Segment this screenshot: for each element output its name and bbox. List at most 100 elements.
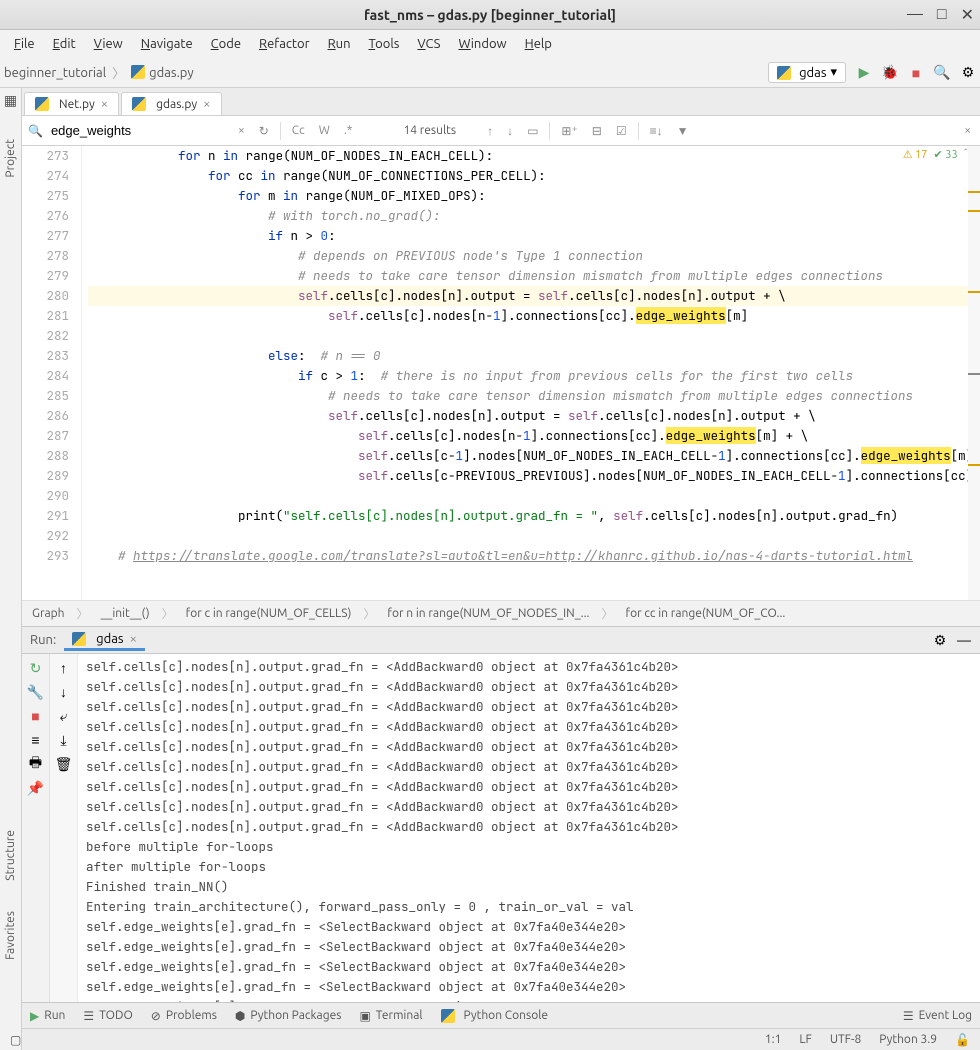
encoding[interactable]: UTF-8 (830, 1033, 861, 1046)
run-button[interactable]: ▶ (856, 65, 872, 81)
filter-options-icon[interactable]: ≡↓ (647, 124, 666, 138)
code-line[interactable]: self.cells[c-PREVIOUS_PREVIOUS].nodes[NU… (88, 466, 980, 486)
select-all-button[interactable]: ▭ (524, 124, 541, 138)
code-line[interactable]: # depends on PREVIOUS node's Type 1 conn… (88, 246, 980, 266)
left-tool-favorites[interactable]: Favorites (4, 911, 17, 960)
match-case-button[interactable]: Cc (289, 124, 308, 137)
minimize-button[interactable]: — (907, 5, 923, 24)
code-line[interactable] (88, 486, 980, 506)
line-ending[interactable]: LF (799, 1033, 811, 1046)
menu-vcs[interactable]: VCS (409, 34, 448, 54)
structure-breadcrumb[interactable]: Graph〉__init__()〉for c in range(NUM_OF_C… (22, 600, 980, 626)
down-icon[interactable]: ↓ (56, 684, 72, 700)
close-tab-icon[interactable]: × (101, 97, 108, 111)
run-tab[interactable]: gdas × (64, 630, 145, 651)
tab-gdaspy[interactable]: gdas.py × (121, 92, 221, 115)
debug-button[interactable]: 🐞 (882, 65, 898, 81)
settings-icon[interactable]: ⚙ (932, 632, 948, 648)
structure-crumb[interactable]: for cc in range(NUM_OF_CO... (626, 607, 786, 620)
breadcrumb-file[interactable]: gdas.py (131, 65, 193, 80)
code-line[interactable]: # https://translate.google.com/translate… (88, 546, 980, 566)
remove-selection-button[interactable]: ⊟ (589, 124, 605, 138)
prev-match-button[interactable]: ↑ (484, 124, 496, 138)
structure-crumb[interactable]: __init__() (101, 607, 150, 620)
project-files-icon[interactable]: ▦ (4, 92, 17, 109)
left-tool-project[interactable]: Project (4, 139, 17, 178)
structure-crumb[interactable]: for n in range(NUM_OF_NODES_IN_... (387, 607, 589, 620)
code-line[interactable]: self.cells[c].nodes[n-1].connections[cc]… (88, 306, 980, 326)
event-log[interactable]: ☰Event Log (903, 1009, 972, 1023)
history-icon[interactable]: ↻ (256, 124, 272, 138)
python-sdk[interactable]: Python 3.9 (879, 1033, 937, 1046)
code-line[interactable]: # needs to take care tensor dimension mi… (88, 266, 980, 286)
tool-todo[interactable]: ☰TODO (83, 1009, 132, 1023)
close-tab-icon[interactable]: × (130, 632, 137, 646)
rerun-button[interactable]: ↻ (28, 660, 44, 676)
next-match-button[interactable]: ↓ (504, 124, 516, 138)
tool-python-console[interactable]: Python Console (441, 1009, 549, 1023)
code-line[interactable]: self.cells[c].nodes[n].output = self.cel… (88, 406, 980, 426)
tool-terminal[interactable]: ▣Terminal (359, 1009, 422, 1023)
find-input[interactable] (51, 123, 227, 138)
regex-button[interactable]: .* (341, 124, 356, 137)
structure-crumb[interactable]: Graph (32, 607, 65, 620)
code-line[interactable]: print("self.cells[c].nodes[n].output.gra… (88, 506, 980, 526)
code-line[interactable]: for n in range(NUM_OF_NODES_IN_EACH_CELL… (88, 146, 980, 166)
tool-window-toggle-icon[interactable]: ▢ (10, 1033, 21, 1047)
run-output[interactable]: self.cells[c].nodes[n].output.grad_fn = … (78, 654, 980, 1002)
stop-button[interactable]: ■ (908, 65, 924, 81)
words-button[interactable]: W (316, 124, 333, 137)
lock-icon[interactable]: 🔓 (955, 1033, 970, 1047)
code-line[interactable]: if n > 0: (88, 226, 980, 246)
code-line[interactable]: for m in range(NUM_OF_MIXED_OPS): (88, 186, 980, 206)
error-stripe[interactable] (968, 146, 980, 600)
layout-icon[interactable]: ≡ (28, 732, 44, 748)
breadcrumb-project[interactable]: beginner_tutorial (4, 66, 106, 80)
code-line[interactable]: else: # n == 0 (88, 346, 980, 366)
wrench-icon[interactable]: 🔧 (28, 684, 44, 700)
filter-icon[interactable]: ▼ (674, 124, 692, 138)
code-line[interactable]: self.cells[c].nodes[n].output = self.cel… (88, 286, 980, 306)
cursor-position[interactable]: 1:1 (765, 1033, 782, 1046)
menu-tools[interactable]: Tools (361, 34, 408, 54)
menu-window[interactable]: Window (450, 34, 514, 54)
close-findbar-icon[interactable]: × (961, 124, 974, 137)
tab-netpy[interactable]: Net.py × (24, 92, 119, 115)
menu-view[interactable]: View (86, 34, 131, 54)
menu-refactor[interactable]: Refactor (251, 34, 318, 54)
code-line[interactable]: self.cells[c-1].nodes[NUM_OF_NODES_IN_EA… (88, 446, 980, 466)
scroll-end-icon[interactable]: ⤓ (56, 732, 72, 748)
tool-python-packages[interactable]: ⬢Python Packages (235, 1009, 342, 1023)
clear-find-icon[interactable]: × (235, 124, 248, 137)
structure-crumb[interactable]: for c in range(NUM_OF_CELLS) (186, 607, 352, 620)
run-config-select[interactable]: gdas ▾ (768, 62, 846, 83)
maximize-button[interactable]: □ (937, 5, 947, 24)
code-line[interactable] (88, 326, 980, 346)
hide-panel-icon[interactable]: — (956, 632, 972, 648)
breadcrumb[interactable]: beginner_tutorial 〉 gdas.py (4, 63, 768, 82)
code-area[interactable]: for n in range(NUM_OF_NODES_IN_EACH_CELL… (82, 146, 980, 600)
code-line[interactable]: # with torch.no_grad(): (88, 206, 980, 226)
select-all-occurrences-button[interactable]: ☑ (613, 124, 630, 138)
menu-edit[interactable]: Edit (45, 34, 84, 54)
menu-navigate[interactable]: Navigate (133, 34, 201, 54)
menu-file[interactable]: File (6, 34, 43, 54)
menu-code[interactable]: Code (203, 34, 249, 54)
settings-icon[interactable]: ⚙ (960, 65, 976, 81)
code-line[interactable] (88, 526, 980, 546)
tool-run[interactable]: ▶Run (30, 1009, 65, 1023)
code-line[interactable]: if c > 1: # there is no input from previ… (88, 366, 980, 386)
print-icon[interactable]: 🖶 (28, 756, 44, 772)
code-editor[interactable]: 2732742752762772782792802812822832842852… (22, 146, 980, 600)
up-icon[interactable]: ↑ (56, 660, 72, 676)
menu-run[interactable]: Run (320, 34, 359, 54)
close-button[interactable]: ✕ (961, 5, 974, 24)
add-selection-button[interactable]: ⊞⁺ (558, 124, 580, 138)
left-tool-structure[interactable]: Structure (4, 830, 17, 881)
search-icon[interactable]: 🔍 (934, 65, 950, 81)
close-tab-icon[interactable]: × (203, 97, 210, 111)
tool-problems[interactable]: ⊘Problems (151, 1009, 217, 1023)
pin-icon[interactable]: 📌 (28, 780, 44, 796)
soft-wrap-icon[interactable]: ⤶ (56, 708, 72, 724)
code-line[interactable]: for cc in range(NUM_OF_CONNECTIONS_PER_C… (88, 166, 980, 186)
